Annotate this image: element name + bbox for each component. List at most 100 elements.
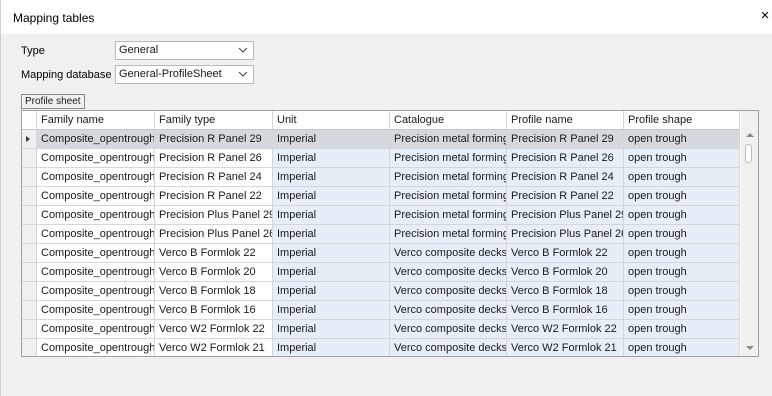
cell-family-type[interactable]: Verco B Formlok 22 [155,244,273,263]
cell-unit[interactable]: Imperial [273,149,390,168]
scroll-up-icon[interactable] [746,132,754,138]
cell-family-type[interactable]: Verco W2 Formlok 21 [155,339,273,356]
column-header-unit[interactable]: Unit [273,111,390,130]
mapping-database-dropdown[interactable]: General-ProfileSheet [115,65,254,84]
row-header[interactable] [22,130,37,149]
cell-profile-shape[interactable]: open trough [624,301,740,320]
cell-profile-name[interactable]: Precision Plus Panel 26 [507,225,624,244]
cell-profile-name[interactable]: Verco B Formlok 20 [507,263,624,282]
close-icon[interactable]: × [757,8,772,24]
cell-profile-name[interactable]: Precision R Panel 26 [507,149,624,168]
cell-family-name[interactable]: Composite_opentrough [37,187,155,206]
table-row[interactable]: Composite_opentrough Precision Plus Panel… [22,225,740,244]
cell-family-type[interactable]: Precision Plus Panel 26 [155,225,273,244]
cell-catalogue[interactable]: Precision metal forming [390,149,507,168]
cell-family-type[interactable]: Precision R Panel 22 [155,187,273,206]
vertical-scrollbar[interactable] [741,111,758,356]
cell-profile-shape[interactable]: open trough [624,206,740,225]
cell-family-type[interactable]: Verco B Formlok 18 [155,282,273,301]
row-header[interactable] [22,282,37,301]
cell-profile-shape[interactable]: open trough [624,149,740,168]
cell-unit[interactable]: Imperial [273,282,390,301]
row-header[interactable] [22,244,37,263]
cell-profile-shape[interactable]: open trough [624,168,740,187]
cell-profile-name[interactable]: Verco B Formlok 16 [507,301,624,320]
scrollbar-thumb[interactable] [745,144,752,163]
cell-profile-name[interactable]: Verco B Formlok 18 [507,282,624,301]
row-header[interactable] [22,149,37,168]
cell-unit[interactable]: Imperial [273,187,390,206]
cell-catalogue[interactable]: Precision metal forming [390,225,507,244]
cell-family-name[interactable]: Composite_opentrough [37,320,155,339]
cell-catalogue[interactable]: Verco composite decks [390,301,507,320]
cell-unit[interactable]: Imperial [273,339,390,356]
cell-catalogue[interactable]: Verco composite decks [390,320,507,339]
cell-profile-name[interactable]: Verco B Formlok 22 [507,244,624,263]
column-header-profile-name[interactable]: Profile name [507,111,624,130]
row-header[interactable] [22,339,37,356]
table-row[interactable]: Composite_opentrough Precision R Panel 29… [22,130,740,149]
cell-profile-name[interactable]: Precision R Panel 24 [507,168,624,187]
table-row[interactable]: Composite_opentrough Precision R Panel 22… [22,187,740,206]
cell-profile-name[interactable]: Verco W2 Formlok 21 [507,339,624,356]
cell-profile-shape[interactable]: open trough [624,244,740,263]
row-header[interactable] [22,263,37,282]
cell-family-type[interactable]: Precision R Panel 29 [155,130,273,149]
cell-family-type[interactable]: Verco W2 Formlok 22 [155,320,273,339]
cell-family-name[interactable]: Composite_opentrough [37,263,155,282]
cell-catalogue[interactable]: Verco composite decks [390,282,507,301]
cell-unit[interactable]: Imperial [273,320,390,339]
cell-unit[interactable]: Imperial [273,206,390,225]
cell-family-name[interactable]: Composite_opentrough [37,206,155,225]
row-header[interactable] [22,206,37,225]
column-header-family-type[interactable]: Family type [155,111,273,130]
column-header-family-name[interactable]: Family name [37,111,155,130]
cell-profile-name[interactable]: Precision R Panel 22 [507,187,624,206]
table-row[interactable]: Composite_opentrough Precision Plus Panel… [22,206,740,225]
scroll-down-icon[interactable] [746,345,754,351]
table-row[interactable]: Composite_opentrough Verco B Formlok 20 Im… [22,263,740,282]
cell-profile-shape[interactable]: open trough [624,339,740,356]
column-header-catalogue[interactable]: Catalogue [390,111,507,130]
cell-family-name[interactable]: Composite_opentrough [37,301,155,320]
cell-family-name[interactable]: Composite_opentrough [37,244,155,263]
table-row[interactable]: Composite_opentrough Precision R Panel 24… [22,168,740,187]
cell-family-type[interactable]: Precision Plus Panel 29 [155,206,273,225]
row-header[interactable] [22,320,37,339]
table-row[interactable]: Composite_opentrough Verco W2 Formlok 21 I… [22,339,740,356]
cell-family-type[interactable]: Verco B Formlok 16 [155,301,273,320]
column-header-profile-shape[interactable]: Profile shape [624,111,740,130]
row-header[interactable] [22,301,37,320]
row-header[interactable] [22,168,37,187]
row-header[interactable] [22,187,37,206]
profile-sheet-tab[interactable]: Profile sheet [21,94,85,109]
cell-catalogue[interactable]: Verco composite decks [390,244,507,263]
table-row[interactable]: Composite_opentrough Precision R Panel 26… [22,149,740,168]
cell-unit[interactable]: Imperial [273,244,390,263]
table-row[interactable]: Composite_opentrough Verco B Formlok 22 Im… [22,244,740,263]
cell-profile-shape[interactable]: open trough [624,263,740,282]
cell-profile-name[interactable]: Precision Plus Panel 29 [507,206,624,225]
type-dropdown[interactable]: General [115,41,254,60]
cell-family-type[interactable]: Precision R Panel 26 [155,149,273,168]
cell-family-name[interactable]: Composite_opentrough [37,168,155,187]
cell-profile-name[interactable]: Verco W2 Formlok 22 [507,320,624,339]
row-header[interactable] [22,225,37,244]
cell-catalogue[interactable]: Verco composite decks [390,263,507,282]
table-row[interactable]: Composite_opentrough Verco B Formlok 16 Im… [22,301,740,320]
cell-unit[interactable]: Imperial [273,168,390,187]
cell-unit[interactable]: Imperial [273,130,390,149]
cell-family-name[interactable]: Composite_opentrough [37,339,155,356]
cell-family-name[interactable]: Composite_opentrough [37,225,155,244]
cell-catalogue[interactable]: Precision metal forming [390,206,507,225]
cell-profile-name[interactable]: Precision R Panel 29 [507,130,624,149]
cell-profile-shape[interactable]: open trough [624,320,740,339]
cell-unit[interactable]: Imperial [273,225,390,244]
cell-profile-shape[interactable]: open trough [624,187,740,206]
cell-family-name[interactable]: Composite_opentrough [37,130,155,149]
cell-catalogue[interactable]: Verco composite decks [390,339,507,356]
cell-unit[interactable]: Imperial [273,301,390,320]
cell-catalogue[interactable]: Precision metal forming [390,130,507,149]
cell-catalogue[interactable]: Precision metal forming [390,187,507,206]
cell-family-type[interactable]: Verco B Formlok 20 [155,263,273,282]
